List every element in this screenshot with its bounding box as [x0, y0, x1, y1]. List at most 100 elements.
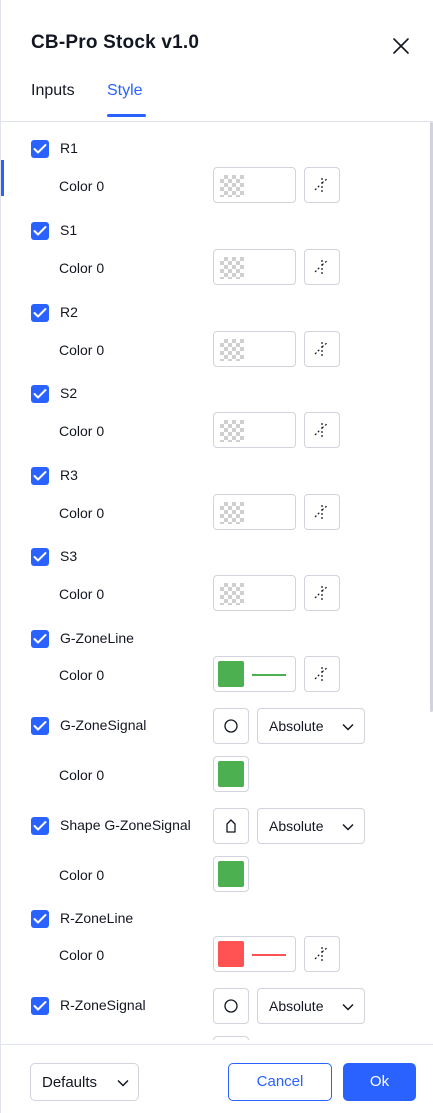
transparent-swatch: [220, 339, 244, 361]
tab-inputs[interactable]: Inputs: [31, 82, 75, 100]
color-picker-r-zoneline[interactable]: [213, 936, 296, 972]
plot-label-s1: S1: [60, 222, 78, 238]
line-style-icon: [314, 946, 329, 961]
ok-button[interactable]: Ok: [343, 1063, 416, 1101]
shape-button-shape-g-zonesignal[interactable]: [213, 808, 249, 844]
plot-label-g-zoneline: G-ZoneLine: [60, 630, 134, 646]
color-picker-s3[interactable]: [213, 575, 296, 611]
line-style-icon: [314, 259, 329, 274]
location-select-g-zonesignal[interactable]: Absolute: [257, 708, 365, 744]
line-style-button-g-zoneline[interactable]: [304, 656, 340, 692]
color-swatch-green: [218, 861, 244, 887]
color-swatch-red: [218, 941, 244, 967]
location-select-shape-g-zonesignal[interactable]: Absolute: [257, 808, 365, 844]
tab-style[interactable]: Style: [107, 82, 143, 100]
color-picker-r1[interactable]: [213, 167, 296, 203]
plot-label-r-zoneline: R-ZoneLine: [60, 910, 134, 926]
plot-checkbox-g-zoneline[interactable]: [31, 630, 49, 648]
style-settings-list[interactable]: R1 Color 0 S1 Color 0 R2 Color 0 S2 Colo…: [1, 122, 433, 1040]
plot-checkbox-r2[interactable]: [31, 304, 49, 322]
color-label: Color 0: [59, 667, 105, 683]
color-label: Color 0: [59, 586, 105, 602]
transparent-swatch: [220, 420, 244, 442]
line-style-icon: [314, 504, 329, 519]
plot-checkbox-s2[interactable]: [31, 385, 49, 403]
active-tab-indicator: [107, 114, 146, 117]
plot-label-g-zonesignal: G-ZoneSignal: [60, 717, 147, 733]
footer-divider: [1, 1044, 433, 1045]
checkmark-icon: [33, 552, 47, 562]
line-style-button-s2[interactable]: [304, 412, 340, 448]
checkmark-icon: [33, 1001, 47, 1011]
checkmark-icon: [33, 914, 47, 924]
line-sample-green: [252, 674, 286, 676]
tab-bar: Inputs Style: [1, 80, 433, 196]
line-style-icon: [314, 177, 329, 192]
color-picker-r2[interactable]: [213, 331, 296, 367]
color-picker-r-zonesignal[interactable]: [213, 1036, 249, 1040]
transparent-swatch: [220, 175, 244, 197]
line-style-button-r-zoneline[interactable]: [304, 936, 340, 972]
plot-checkbox-r-zoneline[interactable]: [31, 910, 49, 928]
plot-checkbox-s1[interactable]: [31, 222, 49, 240]
cancel-button[interactable]: Cancel: [228, 1063, 332, 1101]
line-style-button-r3[interactable]: [304, 494, 340, 530]
color-label: Color 0: [59, 423, 105, 439]
plot-label-r3: R3: [60, 467, 78, 483]
plot-checkbox-g-zonesignal[interactable]: [31, 717, 49, 735]
line-style-button-r1[interactable]: [304, 167, 340, 203]
close-button[interactable]: [387, 32, 415, 60]
plot-checkbox-r1[interactable]: [31, 140, 49, 158]
circle-icon: [224, 719, 238, 733]
location-select-value: Absolute: [269, 998, 324, 1014]
checkmark-icon: [33, 308, 47, 318]
indicator-settings-dialog: CB-Pro Stock v1.0 Inputs Style R1 Color …: [0, 0, 433, 1113]
plot-label-s2: S2: [60, 385, 78, 401]
color-label: Color 0: [59, 342, 105, 358]
color-label: Color 0: [59, 260, 105, 276]
line-style-button-s3[interactable]: [304, 575, 340, 611]
dialog-header: CB-Pro Stock v1.0: [1, 0, 433, 80]
line-style-icon: [314, 422, 329, 437]
close-icon: [393, 38, 409, 54]
transparent-swatch: [220, 583, 244, 605]
line-sample-red: [252, 954, 286, 956]
defaults-dropdown-button[interactable]: Defaults: [30, 1063, 139, 1101]
plot-label-r-zonesignal: R-ZoneSignal: [60, 997, 146, 1013]
plot-checkbox-r3[interactable]: [31, 467, 49, 485]
location-select-value: Absolute: [269, 718, 324, 734]
location-select-r-zonesignal[interactable]: Absolute: [257, 988, 365, 1024]
color-picker-s2[interactable]: [213, 412, 296, 448]
plot-checkbox-s3[interactable]: [31, 548, 49, 566]
chevron-down-icon: [342, 823, 354, 831]
plot-checkbox-r-zonesignal[interactable]: [31, 997, 49, 1015]
circle-icon: [224, 999, 238, 1013]
color-label: Color 0: [59, 178, 105, 194]
color-picker-g-zonesignal[interactable]: [213, 756, 249, 792]
defaults-label: Defaults: [42, 1074, 98, 1091]
plot-checkbox-shape-g-zonesignal[interactable]: [31, 817, 49, 835]
transparent-swatch: [220, 502, 244, 524]
checkmark-icon: [33, 821, 47, 831]
shape-button-r-zonesignal[interactable]: [213, 988, 249, 1024]
color-picker-r3[interactable]: [213, 494, 296, 530]
color-label: Color 0: [59, 505, 105, 521]
color-picker-g-zoneline[interactable]: [213, 656, 296, 692]
checkmark-icon: [33, 721, 47, 731]
line-style-button-r2[interactable]: [304, 331, 340, 367]
shape-button-g-zonesignal[interactable]: [213, 708, 249, 744]
dialog-title: CB-Pro Stock v1.0: [31, 32, 200, 53]
color-picker-s1[interactable]: [213, 249, 296, 285]
checkmark-icon: [33, 634, 47, 644]
color-picker-shape-g-zonesignal[interactable]: [213, 856, 249, 892]
color-label: Color 0: [59, 867, 105, 883]
line-style-icon: [314, 341, 329, 356]
plot-label-r2: R2: [60, 304, 78, 320]
checkmark-icon: [33, 471, 47, 481]
plot-label-shape-g-zonesignal: Shape G-ZoneSignal: [60, 817, 191, 833]
color-swatch-green: [218, 661, 244, 687]
arrow-shape-icon: [226, 819, 236, 833]
line-style-button-s1[interactable]: [304, 249, 340, 285]
plot-label-r1: R1: [60, 140, 78, 156]
chevron-down-icon: [117, 1079, 129, 1087]
